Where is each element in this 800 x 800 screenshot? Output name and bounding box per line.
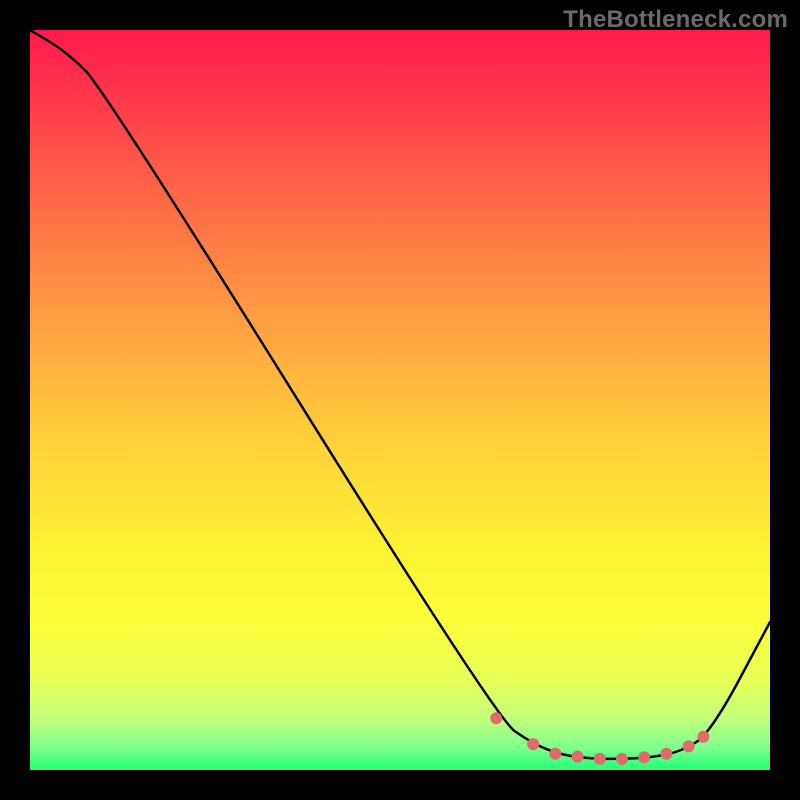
- plot-area: [30, 30, 770, 770]
- marker-dot: [683, 740, 695, 752]
- marker-dot: [527, 738, 539, 750]
- marker-dot: [660, 748, 672, 760]
- marker-dot: [594, 753, 606, 765]
- chart-svg: [30, 30, 770, 770]
- marker-dot: [490, 712, 502, 724]
- marker-dot: [616, 753, 628, 765]
- bottleneck-curve: [30, 30, 770, 759]
- marker-group: [490, 712, 709, 765]
- marker-dot: [697, 731, 709, 743]
- watermark-text: TheBottleneck.com: [563, 6, 788, 34]
- marker-dot: [549, 748, 561, 760]
- chart-frame: TheBottleneck.com: [0, 0, 800, 800]
- marker-dot: [638, 751, 650, 763]
- marker-dot: [572, 751, 584, 763]
